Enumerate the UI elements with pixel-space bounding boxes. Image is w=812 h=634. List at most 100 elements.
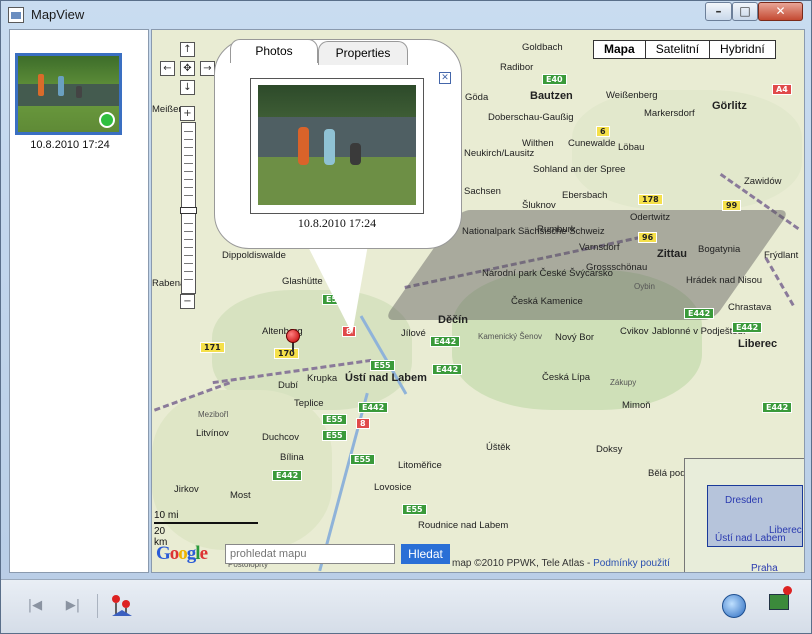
place-label: Most (230, 490, 251, 501)
located-badge-icon (99, 112, 115, 128)
app-window: MapView – □ ✕ 10.8.2010 17:24 Goldbach R… (0, 0, 812, 634)
place-label: Cunewalde (568, 138, 616, 149)
road-shield: E442 (358, 402, 389, 413)
zoom-handle[interactable] (180, 207, 197, 214)
place-label: Bílina (280, 452, 304, 463)
place-label: Úštěk (486, 442, 511, 453)
scale-miles: 10 mi (154, 510, 179, 521)
place-label: Mimoň (622, 400, 651, 411)
app-icon (8, 7, 24, 23)
place-label: Doberschau-Gaußig (488, 112, 574, 123)
map-type-switcher: Mapa Satelitní Hybridní (593, 40, 776, 59)
pan-left-button[interactable]: ← (160, 61, 175, 76)
place-label: Zawidów (744, 176, 782, 187)
thumbnail-caption: 10.8.2010 17:24 (30, 139, 110, 151)
photo-thumbnail[interactable] (15, 53, 122, 135)
place-label: Dubí (278, 380, 299, 391)
toolbar-separator (97, 594, 98, 618)
place-label: Duchcov (262, 432, 299, 443)
place-label: Zákupy (610, 378, 637, 387)
place-label: Kamenický Šenov (478, 332, 543, 341)
terms-link[interactable]: Podmínky použití (593, 558, 670, 569)
road-shield: E442 (762, 402, 793, 413)
place-label: Löbau (618, 142, 645, 153)
pan-right-button[interactable]: → (200, 61, 215, 76)
place-label: Doksy (596, 444, 623, 455)
place-label: Grossschönau (586, 262, 648, 273)
place-label: Mezibořl (198, 410, 229, 419)
search-button[interactable]: Hledat (401, 544, 450, 564)
place-label: Ústí nad Labem (345, 372, 427, 384)
map-search-input[interactable] (225, 544, 395, 564)
map-type-satellite[interactable]: Satelitní (644, 41, 709, 58)
popup-close-icon[interactable]: ✕ (439, 72, 451, 84)
road-shield: E40 (542, 74, 567, 85)
place-label: Göda (465, 92, 489, 103)
place-label: Nationalpark Sächsische Schweiz (462, 226, 605, 237)
place-label: Dippoldiswalde (222, 250, 286, 261)
window-title: MapView (31, 7, 85, 22)
road-shield: E55 (370, 360, 395, 371)
place-label: Radibor (500, 62, 534, 73)
title-bar: MapView – □ ✕ (1, 1, 811, 29)
pan-up-button[interactable]: ↑ (180, 42, 195, 57)
popup-photo-frame[interactable] (250, 78, 424, 214)
road-shield: 96 (638, 232, 658, 243)
place-label: Děčín (438, 314, 468, 326)
zoom-slider[interactable] (180, 122, 197, 294)
road-shield: 99 (722, 200, 742, 211)
road-shield: E442 (432, 364, 463, 375)
map-view[interactable]: Goldbach Radibor Göda Bautzen Weißenberg… (151, 29, 805, 573)
road-shield: 171 (200, 342, 225, 353)
pan-center-button[interactable]: ✥ (180, 61, 195, 76)
place-label: Weißenberg (606, 90, 658, 101)
road-shield: A4 (772, 84, 792, 95)
place-label: Šluknov (522, 200, 556, 211)
place-label: Frýdlant (764, 250, 799, 261)
photo-list: 10.8.2010 17:24 (9, 29, 149, 573)
overview-label: Dresden (725, 495, 763, 506)
maximize-button[interactable]: □ (732, 2, 758, 21)
place-label: Meißen (152, 104, 184, 115)
place-label: Litvínov (196, 428, 229, 439)
export-map-icon[interactable] (769, 586, 792, 610)
tab-photos[interactable]: Photos (230, 39, 318, 63)
overview-map[interactable]: Dresden Liberec Ústí nad Labem Praha (684, 458, 804, 573)
place-label: Liberec (738, 338, 778, 350)
road-shield: 170 (274, 348, 299, 359)
road-shield: 178 (638, 194, 663, 205)
place-label: Jirkov (174, 484, 199, 495)
place-label: Oybin (634, 282, 655, 291)
road-shield: E442 (732, 322, 763, 333)
place-label: Görlitz (712, 100, 747, 112)
photo-marker-pin-icon[interactable] (286, 329, 300, 343)
place-label: Bautzen (530, 90, 573, 102)
place-label: Litoměřice (398, 460, 442, 471)
place-label: Zittau (657, 248, 687, 260)
globe-icon[interactable] (722, 594, 746, 618)
road-shield: E55 (350, 454, 375, 465)
place-label: Česká Lípa (542, 372, 591, 383)
place-label: Hrádek nad Nisou (686, 275, 763, 286)
place-label: Ebersbach (562, 190, 608, 201)
map-type-hybrid[interactable]: Hybridní (709, 41, 775, 58)
popup-photo (258, 85, 416, 205)
place-label: Sohland an der Spree (533, 164, 626, 175)
place-label: Chrastava (728, 302, 772, 313)
minimize-button[interactable]: – (705, 2, 732, 21)
place-label: Bogatynia (698, 244, 741, 255)
close-button[interactable]: ✕ (758, 2, 803, 21)
next-button[interactable]: ▶| (61, 594, 85, 618)
zoom-in-button[interactable]: + (180, 106, 195, 121)
previous-button[interactable]: |◀ (23, 594, 47, 618)
scale-bar: 10 mi 20 km (154, 510, 258, 548)
pan-down-button[interactable]: ↓ (180, 80, 195, 95)
map-type-mapa[interactable]: Mapa (594, 41, 645, 58)
popup-caption: 10.8.2010 17:24 (297, 216, 377, 230)
tab-properties[interactable]: Properties (318, 41, 408, 65)
overview-label: Praha (751, 563, 778, 573)
route-icon[interactable] (109, 592, 135, 618)
place-label: Neukirch/Lausitz (464, 148, 535, 159)
place-label: Wilthen (522, 138, 554, 149)
zoom-out-button[interactable]: − (180, 294, 195, 309)
